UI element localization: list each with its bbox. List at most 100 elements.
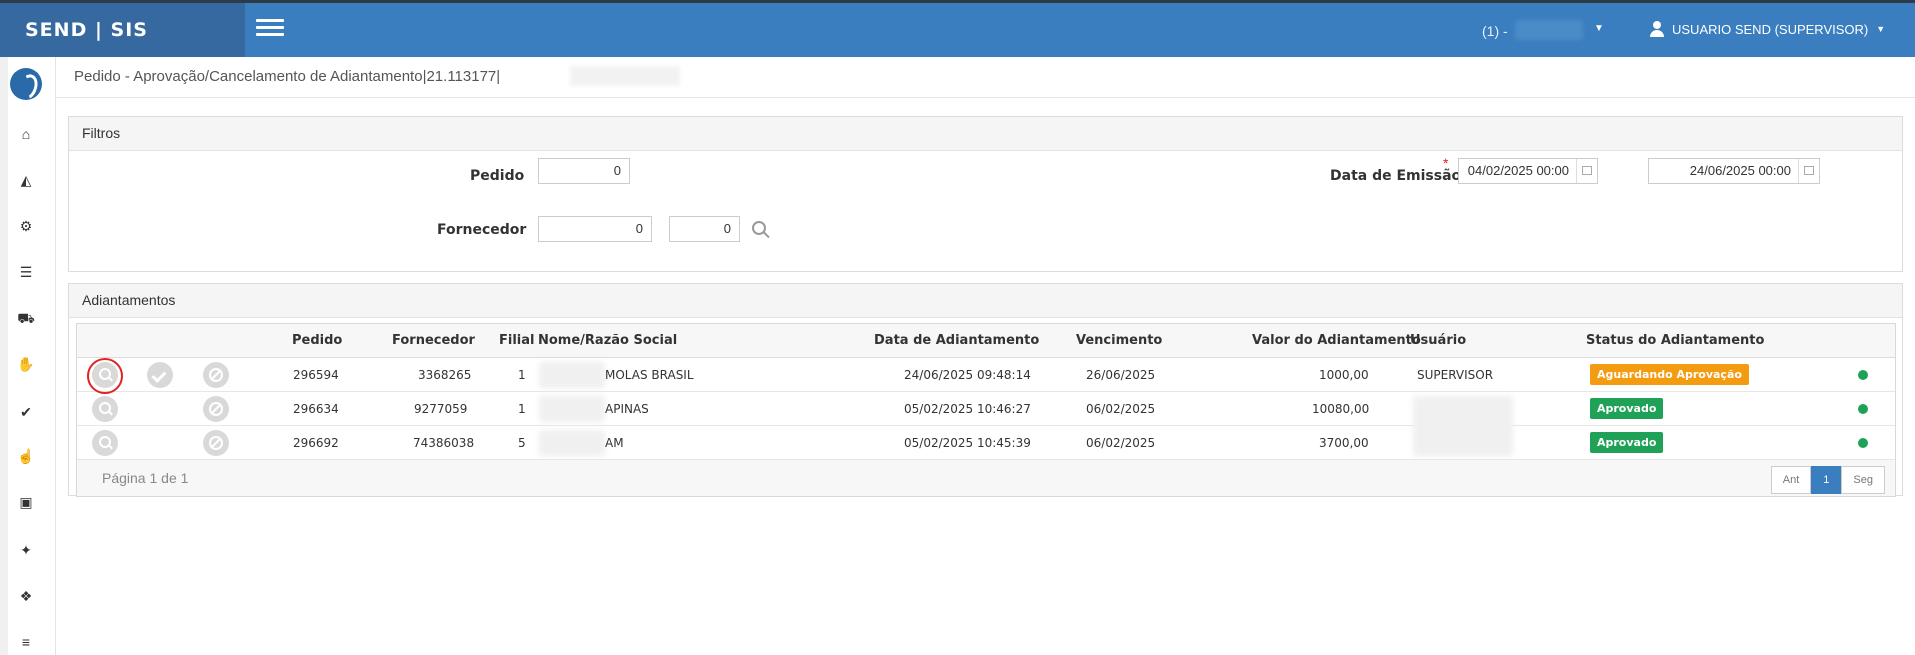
cell-vencimento: 06/02/2025 — [1086, 402, 1156, 416]
status-dot — [1858, 404, 1868, 414]
filters-panel: Filtros — [68, 116, 1903, 272]
pedido-input[interactable]: 0 — [538, 158, 630, 184]
col-fornecedor[interactable]: Fornecedor — [392, 333, 475, 348]
chevron-down-icon: ▼ — [1876, 24, 1886, 34]
cell-pedido: 296594 — [293, 368, 339, 382]
prev-page-button[interactable]: Ant — [1770, 466, 1812, 494]
status-dot — [1858, 370, 1868, 380]
col-pedido[interactable]: Pedido — [292, 333, 342, 348]
cancel-icon[interactable] — [203, 396, 229, 422]
table-footer: Página 1 de 1 Ant 1 Seg — [77, 460, 1895, 496]
cell-filial: 1 — [518, 402, 526, 416]
cell-fornecedor: 3368265 — [418, 368, 472, 382]
cell-vencimento: 26/06/2025 — [1086, 368, 1156, 382]
cancel-icon[interactable] — [203, 430, 229, 456]
col-valor[interactable]: Valor do Adiantamento — [1252, 333, 1421, 348]
table-row: 296634 9277059 1 APINAS 05/02/2025 10:46… — [77, 392, 1895, 456]
data-fim-value: 24/06/2025 00:00 — [1689, 163, 1791, 178]
cart-icon[interactable]: ⛟ — [16, 310, 36, 326]
page-title: Pedido - Aprovação/Cancelamento de Adian… — [74, 68, 501, 85]
name-redacted — [539, 362, 605, 388]
fornecedor-code-input[interactable]: 0 — [538, 216, 652, 242]
cell-data: 05/02/2025 10:45:39 — [904, 436, 1031, 450]
col-nome[interactable]: Nome/Razão Social — [538, 333, 677, 348]
next-page-button[interactable]: Seg — [1841, 466, 1885, 494]
chart-icon[interactable]: ◭ — [16, 172, 36, 188]
required-mark: * — [1443, 155, 1449, 171]
calendar-icon[interactable] — [1576, 159, 1597, 183]
home-icon[interactable]: ⌂ — [16, 126, 36, 142]
cell-valor: 10080,00 — [1312, 402, 1370, 416]
name-redacted — [539, 430, 605, 456]
sidebar-strip — [0, 57, 8, 655]
cell-nome: AM — [605, 436, 624, 450]
page-info: Página 1 de 1 — [102, 470, 189, 486]
cell-valor: 3700,00 — [1319, 436, 1369, 450]
cell-vencimento: 06/02/2025 — [1086, 436, 1156, 450]
thumbs-up-filled-icon[interactable]: ✋ — [16, 356, 36, 372]
approve-icon[interactable] — [147, 362, 173, 388]
status-badge: Aprovado — [1590, 398, 1664, 419]
cancel-icon[interactable] — [203, 362, 229, 388]
status-badge: Aprovado — [1590, 432, 1664, 453]
col-filial[interactable]: Filial — [499, 333, 534, 348]
check-circle-icon[interactable]: ✔ — [16, 404, 36, 420]
app-logo-icon[interactable] — [10, 68, 42, 100]
cubes-icon[interactable]: ❖ — [16, 588, 36, 604]
filters-title: Filtros — [69, 117, 1902, 151]
col-usuario[interactable]: Usuário — [1410, 333, 1466, 348]
highlight-circle — [87, 358, 123, 394]
calendar-icon[interactable] — [1798, 159, 1819, 183]
data-emissao-label: Data de Emissão — [1330, 168, 1462, 184]
table-row: 296692 74386038 5 AM 05/02/2025 10:45:39… — [77, 426, 1895, 460]
brand-logo[interactable]: SEND | SIS — [0, 3, 245, 57]
cell-nome: APINAS — [605, 402, 649, 416]
table-row: 296594 3368265 1 MOLAS BRASIL 24/06/2025… — [77, 358, 1895, 394]
view-icon[interactable] — [92, 396, 118, 422]
search-icon[interactable] — [752, 221, 770, 239]
cell-nome: MOLAS BRASIL — [605, 368, 694, 382]
cell-filial: 1 — [518, 368, 526, 382]
database-icon[interactable]: ≡ — [16, 634, 36, 650]
fornecedor-filial-input[interactable]: 0 — [669, 216, 740, 242]
cell-valor: 1000,00 — [1319, 368, 1369, 382]
view-icon[interactable] — [92, 430, 118, 456]
chevron-down-icon[interactable]: ▼ — [1594, 23, 1604, 34]
pagination: Ant 1 Seg — [1770, 466, 1885, 494]
title-redacted — [570, 66, 680, 86]
cell-filial: 5 — [518, 436, 526, 450]
col-data[interactable]: Data de Adiantamento — [874, 333, 1039, 348]
user-icon — [1650, 21, 1664, 37]
cell-pedido: 296634 — [293, 402, 339, 416]
cell-pedido: 296692 — [293, 436, 339, 450]
tasks-icon[interactable]: ☰ — [16, 264, 36, 280]
data-inicio-value: 04/02/2025 00:00 — [1467, 163, 1569, 178]
branch-name-redacted — [1515, 20, 1583, 40]
table-header: Pedido Fornecedor Filial Nome/Razão Soci… — [77, 324, 1895, 358]
menu-toggle-icon[interactable] — [256, 19, 284, 39]
money-icon[interactable]: ▣ — [16, 494, 36, 510]
col-status[interactable]: Status do Adiantamento — [1586, 333, 1764, 348]
top-bar: SEND | SIS (1) - ▼ USUARIO SEND (SUPERVI… — [0, 0, 1915, 57]
status-badge: Aguardando Aprovação — [1590, 364, 1749, 385]
col-vencimento[interactable]: Vencimento — [1076, 333, 1162, 348]
fornecedor-label: Fornecedor — [437, 222, 527, 238]
cogs-icon[interactable]: ⚙ — [16, 218, 36, 234]
adiantamentos-table: Pedido Fornecedor Filial Nome/Razão Soci… — [76, 323, 1896, 497]
name-redacted — [539, 396, 605, 422]
cell-fornecedor: 9277059 — [414, 402, 468, 416]
adiantamentos-title: Adiantamentos — [69, 284, 1902, 318]
pedido-label: Pedido — [470, 168, 525, 184]
data-fim-input[interactable]: 24/06/2025 00:00 — [1648, 158, 1820, 184]
branch-selector[interactable]: (1) - — [1482, 23, 1508, 39]
cell-data: 24/06/2025 09:48:14 — [904, 368, 1031, 382]
user-menu[interactable]: USUARIO SEND (SUPERVISOR) ▼ — [1650, 21, 1885, 37]
thumbs-up-icon[interactable]: ☝ — [16, 448, 36, 464]
handshake-icon[interactable]: ✦ — [16, 542, 36, 558]
cell-usuario: SUPERVISOR — [1417, 368, 1494, 382]
data-inicio-input[interactable]: 04/02/2025 00:00 — [1458, 158, 1598, 184]
divider — [55, 97, 1915, 98]
status-dot — [1858, 438, 1868, 448]
page-1-button[interactable]: 1 — [1811, 466, 1842, 494]
cell-fornecedor: 74386038 — [413, 436, 475, 450]
